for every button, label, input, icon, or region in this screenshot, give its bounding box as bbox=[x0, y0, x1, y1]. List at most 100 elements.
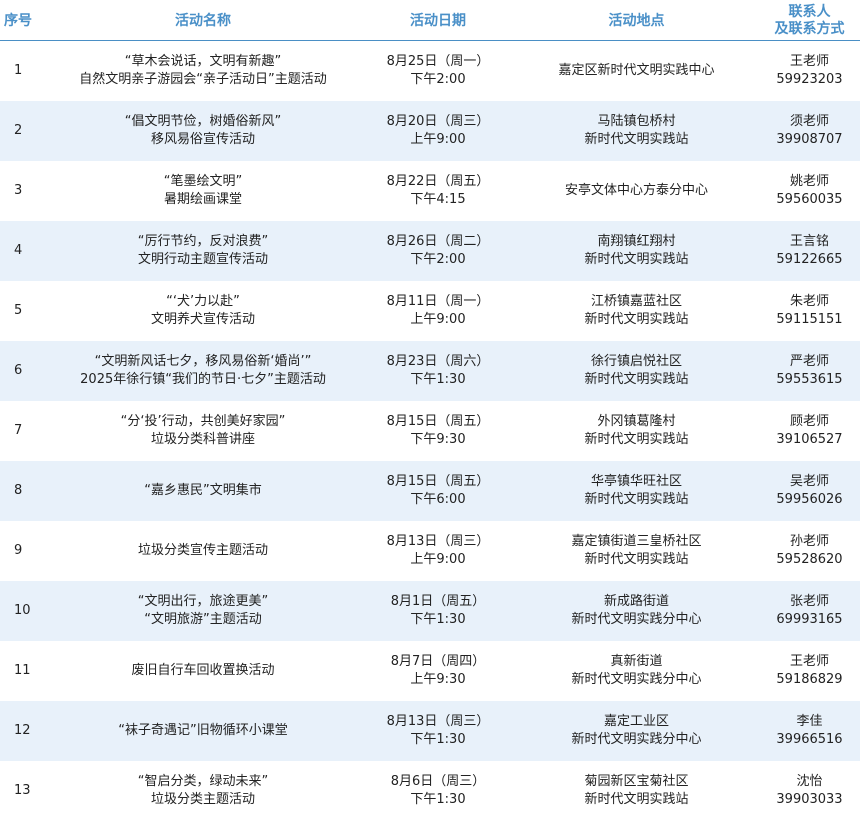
cell-place-line: 南翔镇红翔村 bbox=[597, 234, 676, 249]
cell-date: 8月7日（周四） 上午9:30 bbox=[362, 641, 514, 701]
cell-contact-line: 39903033 bbox=[776, 792, 843, 807]
table-row: 5 “‘犬’力以赴” 文明养犬宣传活动 8月11日（周一） 上午9:00 江桥镇嘉蓝社区新… bbox=[0, 281, 860, 341]
cell-place: 江桥镇嘉蓝社区 新时代文明实践站 bbox=[514, 281, 759, 341]
cell-date: 8月15日（周五） 下午9:30 bbox=[362, 401, 514, 461]
cell-name-line: “袜子奇遇记”旧物循环小课堂 bbox=[118, 723, 288, 738]
cell-place-line: 新成路街道 bbox=[603, 594, 669, 609]
cell-no: 7 bbox=[14, 423, 23, 438]
cell-name: “草木会说话，文明有新趣” 自然文明亲子游园会“亲子活动日”主题活动 bbox=[44, 41, 362, 102]
table-row: 3 “笔墨绘文明” 暑期绘画课堂 8月22日（周五） 下午4:15 安亭文体中心方泰分中心… bbox=[0, 161, 860, 221]
cell-place-line: 新时代文明实践站 bbox=[584, 312, 689, 327]
table-row: 13 “智启分类，绿动未来” 垃圾分类主题活动 8月6日（周三） 下午1:30 菊园新区宝… bbox=[0, 761, 860, 821]
table-row: 11 废旧自行车回收置换活动 8月7日（周四） 上午9:30 真新街道 新时代文明实践分中… bbox=[0, 641, 860, 701]
cell-date-line: 上午9:00 bbox=[410, 312, 466, 327]
cell-name-line: “笔墨绘文明” bbox=[163, 174, 243, 189]
header-no: 序号 bbox=[0, 0, 44, 41]
cell-place-line: 新时代文明实践站 bbox=[584, 552, 689, 567]
cell-name-line: “智启分类，绿动未来” bbox=[137, 774, 269, 789]
cell-name: “笔墨绘文明” 暑期绘画课堂 bbox=[44, 161, 362, 221]
cell-date-line: 下午6:00 bbox=[410, 492, 466, 507]
cell-place-line: 马陆镇包桥村 bbox=[597, 114, 676, 129]
cell-contact: 顾老师 39106527 bbox=[759, 401, 860, 461]
cell-contact-line: 孙老师 bbox=[789, 534, 829, 549]
cell-contact-line: 顾老师 bbox=[789, 414, 829, 429]
cell-contact: 王老师 59186829 bbox=[759, 641, 860, 701]
cell-contact: 须老师 39908707 bbox=[759, 101, 860, 161]
cell-date-line: 下午2:00 bbox=[410, 252, 466, 267]
cell-name-line: “分‘投’行动，共创美好家园” bbox=[120, 414, 286, 429]
table-body: 1 “草木会说话，文明有新趣” 自然文明亲子游园会“亲子活动日”主题活动 8月25日（… bbox=[0, 41, 860, 822]
table-row: 1 “草木会说话，文明有新趣” 自然文明亲子游园会“亲子活动日”主题活动 8月25日（… bbox=[0, 41, 860, 102]
header-contact-line2: 及联系方式 bbox=[774, 21, 845, 37]
cell-place: 外冈镇葛隆村 新时代文明实践站 bbox=[514, 401, 759, 461]
cell-contact-line: 张老师 bbox=[789, 594, 829, 609]
cell-place-line: 嘉定镇街道三皇桥社区 bbox=[571, 534, 702, 549]
cell-date: 8月15日（周五） 下午6:00 bbox=[362, 461, 514, 521]
cell-name-line: 暑期绘画课堂 bbox=[163, 192, 242, 207]
header-row: 序号 活动名称 活动日期 活动地点 联系人 及联系方式 bbox=[0, 0, 860, 41]
cell-place-line: 嘉定工业区 bbox=[603, 714, 669, 729]
cell-name: 废旧自行车回收置换活动 bbox=[44, 641, 362, 701]
cell-date: 8月13日（周三） 上午9:00 bbox=[362, 521, 514, 581]
cell-no: 1 bbox=[14, 63, 23, 78]
cell-name-line: “文明出行，旅途更美” bbox=[137, 594, 269, 609]
cell-name: “‘犬’力以赴” 文明养犬宣传活动 bbox=[44, 281, 362, 341]
cell-contact-line: 姚老师 bbox=[789, 174, 829, 189]
cell-date-line: 下午1:30 bbox=[410, 612, 466, 627]
cell-date-line: 8月11日（周一） bbox=[386, 294, 490, 309]
cell-place: 新成路街道 新时代文明实践分中心 bbox=[514, 581, 759, 641]
cell-place-line: 新时代文明实践站 bbox=[584, 252, 689, 267]
cell-name: “嘉乡惠民”文明集市 bbox=[44, 461, 362, 521]
cell-name: “智启分类，绿动未来” 垃圾分类主题活动 bbox=[44, 761, 362, 821]
cell-no: 8 bbox=[0, 461, 44, 521]
cell-date-line: 下午1:30 bbox=[410, 732, 466, 747]
cell-contact: 李佳 39966516 bbox=[759, 701, 860, 761]
cell-place-line: 真新街道 bbox=[610, 654, 663, 669]
cell-contact-line: 39908707 bbox=[776, 132, 843, 147]
cell-place-line: 安亭文体中心方泰分中心 bbox=[564, 183, 708, 198]
cell-name-line: 文明行动主题宣传活动 bbox=[137, 252, 268, 267]
cell-date: 8月26日（周二） 下午2:00 bbox=[362, 221, 514, 281]
cell-contact-line: 吴老师 bbox=[789, 474, 829, 489]
cell-date-line: 下午1:30 bbox=[410, 792, 466, 807]
cell-date-line: 8月13日（周三） bbox=[386, 714, 490, 729]
cell-date-line: 下午2:00 bbox=[410, 72, 466, 87]
header-place: 活动地点 bbox=[514, 0, 759, 41]
cell-contact-line: 须老师 bbox=[789, 114, 829, 129]
cell-place: 马陆镇包桥村 新时代文明实践站 bbox=[514, 101, 759, 161]
cell-date: 8月22日（周五） 下午4:15 bbox=[362, 161, 514, 221]
cell-date-line: 8月25日（周一） bbox=[386, 54, 490, 69]
cell-name-line: 垃圾分类科普讲座 bbox=[150, 432, 255, 447]
cell-name-line: 移风易俗宣传活动 bbox=[150, 132, 255, 147]
cell-name-line: “草木会说话，文明有新趣” bbox=[124, 54, 282, 69]
cell-name-line: “嘉乡惠民”文明集市 bbox=[144, 483, 262, 498]
cell-name-line: 2025年徐行镇“我们的节日·七夕”主题活动 bbox=[80, 372, 326, 387]
cell-place-line: 新时代文明实践站 bbox=[584, 792, 689, 807]
cell-contact-line: 59528620 bbox=[776, 552, 843, 567]
cell-name: “文明出行，旅途更美” “文明旅游”主题活动 bbox=[44, 581, 362, 641]
cell-contact: 王言铭 59122665 bbox=[759, 221, 860, 281]
cell-contact-line: 69993165 bbox=[776, 612, 843, 627]
cell-name: “文明新风话七夕，移风易俗新‘婚尚’” 2025年徐行镇“我们的节日·七夕”主题活… bbox=[44, 341, 362, 401]
cell-no: 9 bbox=[14, 543, 23, 558]
cell-contact-line: 59553615 bbox=[776, 372, 843, 387]
cell-no: 10 bbox=[0, 581, 44, 641]
cell-date: 8月11日（周一） 上午9:00 bbox=[362, 281, 514, 341]
cell-date: 8月23日（周六） 下午1:30 bbox=[362, 341, 514, 401]
cell-place-line: 新时代文明实践站 bbox=[584, 132, 689, 147]
cell-contact-line: 59956026 bbox=[776, 492, 843, 507]
cell-place-line: 新时代文明实践站 bbox=[584, 432, 689, 447]
cell-place-line: 新时代文明实践站 bbox=[584, 492, 689, 507]
cell-contact-line: 59560035 bbox=[776, 192, 843, 207]
cell-date: 8月20日（周三） 上午9:00 bbox=[362, 101, 514, 161]
cell-contact-line: 朱老师 bbox=[789, 294, 829, 309]
cell-date-line: 8月23日（周六） bbox=[386, 354, 490, 369]
cell-date-line: 8月15日（周五） bbox=[386, 414, 490, 429]
table-row: 7 “分‘投’行动，共创美好家园” 垃圾分类科普讲座 8月15日（周五） 下午9:30 外… bbox=[0, 401, 860, 461]
cell-contact-line: 59186829 bbox=[776, 672, 843, 687]
cell-contact-line: 李佳 bbox=[796, 714, 823, 729]
cell-place: 徐行镇启悦社区 新时代文明实践站 bbox=[514, 341, 759, 401]
table-row: 12 “袜子奇遇记”旧物循环小课堂 8月13日（周三） 下午1:30 嘉定工业区 新时代文… bbox=[0, 701, 860, 761]
cell-contact-line: 王言铭 bbox=[789, 234, 829, 249]
cell-name-line: “‘犬’力以赴” bbox=[166, 294, 240, 309]
